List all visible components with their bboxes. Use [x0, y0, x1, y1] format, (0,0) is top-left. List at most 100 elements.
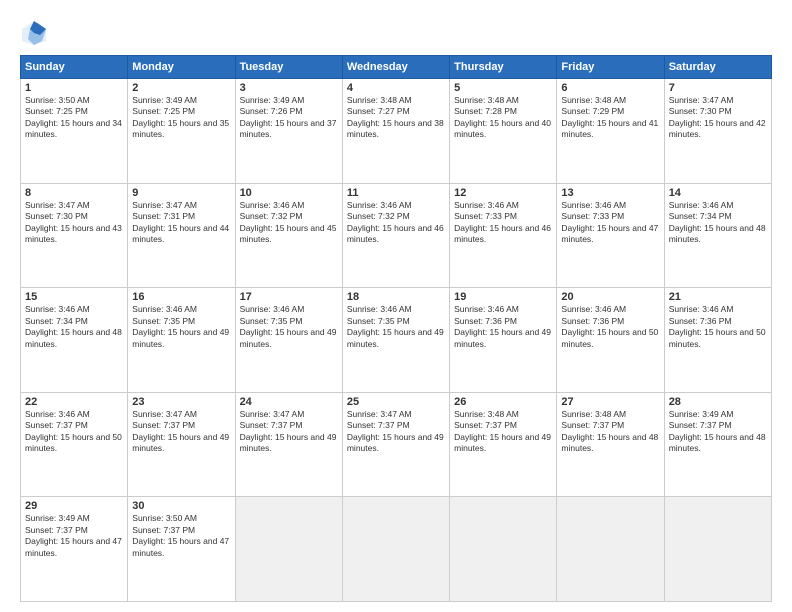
day-number: 8	[25, 187, 123, 199]
daylight-label: Daylight: 15 hours and 46 minutes.	[347, 223, 444, 244]
day-info: Sunrise: 3:49 AM Sunset: 7:37 PM Dayligh…	[25, 513, 123, 559]
sunset-label: Sunset: 7:25 PM	[132, 106, 195, 116]
day-info: Sunrise: 3:46 AM Sunset: 7:37 PM Dayligh…	[25, 409, 123, 455]
sunrise-label: Sunrise: 3:47 AM	[25, 200, 90, 210]
calendar-cell: 7 Sunrise: 3:47 AM Sunset: 7:30 PM Dayli…	[664, 79, 771, 184]
weekday-header: Wednesday	[342, 56, 449, 79]
calendar-cell: 3 Sunrise: 3:49 AM Sunset: 7:26 PM Dayli…	[235, 79, 342, 184]
calendar-cell	[664, 497, 771, 602]
calendar-cell: 29 Sunrise: 3:49 AM Sunset: 7:37 PM Dayl…	[21, 497, 128, 602]
sunrise-label: Sunrise: 3:46 AM	[132, 304, 197, 314]
calendar-cell: 2 Sunrise: 3:49 AM Sunset: 7:25 PM Dayli…	[128, 79, 235, 184]
day-number: 19	[454, 291, 552, 303]
sunrise-label: Sunrise: 3:47 AM	[132, 409, 197, 419]
sunrise-label: Sunrise: 3:46 AM	[454, 304, 519, 314]
calendar-cell	[342, 497, 449, 602]
sunrise-label: Sunrise: 3:49 AM	[132, 95, 197, 105]
daylight-label: Daylight: 15 hours and 49 minutes.	[454, 432, 551, 453]
day-info: Sunrise: 3:49 AM Sunset: 7:26 PM Dayligh…	[240, 95, 338, 141]
daylight-label: Daylight: 15 hours and 49 minutes.	[347, 327, 444, 348]
calendar-cell: 19 Sunrise: 3:46 AM Sunset: 7:36 PM Dayl…	[450, 288, 557, 393]
calendar-cell: 4 Sunrise: 3:48 AM Sunset: 7:27 PM Dayli…	[342, 79, 449, 184]
sunset-label: Sunset: 7:26 PM	[240, 106, 303, 116]
sunrise-label: Sunrise: 3:48 AM	[454, 409, 519, 419]
day-info: Sunrise: 3:46 AM Sunset: 7:35 PM Dayligh…	[240, 304, 338, 350]
sunrise-label: Sunrise: 3:46 AM	[347, 304, 412, 314]
daylight-label: Daylight: 15 hours and 50 minutes.	[25, 432, 122, 453]
weekday-header: Friday	[557, 56, 664, 79]
sunrise-label: Sunrise: 3:50 AM	[25, 95, 90, 105]
calendar-cell: 5 Sunrise: 3:48 AM Sunset: 7:28 PM Dayli…	[450, 79, 557, 184]
day-info: Sunrise: 3:48 AM Sunset: 7:28 PM Dayligh…	[454, 95, 552, 141]
day-info: Sunrise: 3:46 AM Sunset: 7:36 PM Dayligh…	[669, 304, 767, 350]
calendar-cell: 12 Sunrise: 3:46 AM Sunset: 7:33 PM Dayl…	[450, 183, 557, 288]
calendar-week-row: 15 Sunrise: 3:46 AM Sunset: 7:34 PM Dayl…	[21, 288, 772, 393]
day-info: Sunrise: 3:47 AM Sunset: 7:37 PM Dayligh…	[347, 409, 445, 455]
day-info: Sunrise: 3:50 AM Sunset: 7:25 PM Dayligh…	[25, 95, 123, 141]
calendar-cell: 10 Sunrise: 3:46 AM Sunset: 7:32 PM Dayl…	[235, 183, 342, 288]
calendar-cell: 9 Sunrise: 3:47 AM Sunset: 7:31 PM Dayli…	[128, 183, 235, 288]
header	[20, 15, 772, 47]
day-number: 15	[25, 291, 123, 303]
day-info: Sunrise: 3:46 AM Sunset: 7:36 PM Dayligh…	[561, 304, 659, 350]
sunset-label: Sunset: 7:35 PM	[347, 316, 410, 326]
daylight-label: Daylight: 15 hours and 49 minutes.	[132, 432, 229, 453]
calendar-cell: 16 Sunrise: 3:46 AM Sunset: 7:35 PM Dayl…	[128, 288, 235, 393]
calendar-week-row: 8 Sunrise: 3:47 AM Sunset: 7:30 PM Dayli…	[21, 183, 772, 288]
calendar-body: 1 Sunrise: 3:50 AM Sunset: 7:25 PM Dayli…	[21, 79, 772, 602]
calendar-cell: 17 Sunrise: 3:46 AM Sunset: 7:35 PM Dayl…	[235, 288, 342, 393]
calendar-week-row: 1 Sunrise: 3:50 AM Sunset: 7:25 PM Dayli…	[21, 79, 772, 184]
sunset-label: Sunset: 7:32 PM	[240, 211, 303, 221]
calendar-cell: 18 Sunrise: 3:46 AM Sunset: 7:35 PM Dayl…	[342, 288, 449, 393]
day-number: 26	[454, 396, 552, 408]
sunset-label: Sunset: 7:37 PM	[25, 420, 88, 430]
daylight-label: Daylight: 15 hours and 48 minutes.	[561, 432, 658, 453]
sunrise-label: Sunrise: 3:46 AM	[347, 200, 412, 210]
sunset-label: Sunset: 7:35 PM	[240, 316, 303, 326]
sunrise-label: Sunrise: 3:47 AM	[240, 409, 305, 419]
daylight-label: Daylight: 15 hours and 48 minutes.	[669, 223, 766, 244]
calendar-cell: 24 Sunrise: 3:47 AM Sunset: 7:37 PM Dayl…	[235, 392, 342, 497]
calendar-cell: 26 Sunrise: 3:48 AM Sunset: 7:37 PM Dayl…	[450, 392, 557, 497]
sunset-label: Sunset: 7:30 PM	[25, 211, 88, 221]
day-number: 5	[454, 82, 552, 94]
calendar-cell: 23 Sunrise: 3:47 AM Sunset: 7:37 PM Dayl…	[128, 392, 235, 497]
calendar-header-row: SundayMondayTuesdayWednesdayThursdayFrid…	[21, 56, 772, 79]
day-number: 13	[561, 187, 659, 199]
calendar-cell: 1 Sunrise: 3:50 AM Sunset: 7:25 PM Dayli…	[21, 79, 128, 184]
day-number: 21	[669, 291, 767, 303]
day-number: 12	[454, 187, 552, 199]
sunset-label: Sunset: 7:33 PM	[454, 211, 517, 221]
day-number: 25	[347, 396, 445, 408]
day-number: 7	[669, 82, 767, 94]
daylight-label: Daylight: 15 hours and 44 minutes.	[132, 223, 229, 244]
weekday-header: Sunday	[21, 56, 128, 79]
sunrise-label: Sunrise: 3:47 AM	[669, 95, 734, 105]
sunrise-label: Sunrise: 3:48 AM	[454, 95, 519, 105]
sunrise-label: Sunrise: 3:46 AM	[25, 304, 90, 314]
day-info: Sunrise: 3:46 AM Sunset: 7:32 PM Dayligh…	[347, 200, 445, 246]
calendar-cell: 21 Sunrise: 3:46 AM Sunset: 7:36 PM Dayl…	[664, 288, 771, 393]
daylight-label: Daylight: 15 hours and 50 minutes.	[561, 327, 658, 348]
day-number: 9	[132, 187, 230, 199]
logo-icon	[20, 19, 48, 47]
day-number: 2	[132, 82, 230, 94]
sunset-label: Sunset: 7:37 PM	[669, 420, 732, 430]
daylight-label: Daylight: 15 hours and 45 minutes.	[240, 223, 337, 244]
day-number: 23	[132, 396, 230, 408]
sunrise-label: Sunrise: 3:46 AM	[454, 200, 519, 210]
daylight-label: Daylight: 15 hours and 48 minutes.	[25, 327, 122, 348]
day-info: Sunrise: 3:48 AM Sunset: 7:29 PM Dayligh…	[561, 95, 659, 141]
sunrise-label: Sunrise: 3:47 AM	[132, 200, 197, 210]
day-number: 24	[240, 396, 338, 408]
day-info: Sunrise: 3:49 AM Sunset: 7:25 PM Dayligh…	[132, 95, 230, 141]
sunset-label: Sunset: 7:31 PM	[132, 211, 195, 221]
day-info: Sunrise: 3:48 AM Sunset: 7:27 PM Dayligh…	[347, 95, 445, 141]
calendar-cell: 6 Sunrise: 3:48 AM Sunset: 7:29 PM Dayli…	[557, 79, 664, 184]
calendar-cell: 15 Sunrise: 3:46 AM Sunset: 7:34 PM Dayl…	[21, 288, 128, 393]
day-info: Sunrise: 3:46 AM Sunset: 7:36 PM Dayligh…	[454, 304, 552, 350]
day-info: Sunrise: 3:47 AM Sunset: 7:37 PM Dayligh…	[132, 409, 230, 455]
day-info: Sunrise: 3:47 AM Sunset: 7:30 PM Dayligh…	[25, 200, 123, 246]
sunset-label: Sunset: 7:37 PM	[347, 420, 410, 430]
daylight-label: Daylight: 15 hours and 35 minutes.	[132, 118, 229, 139]
